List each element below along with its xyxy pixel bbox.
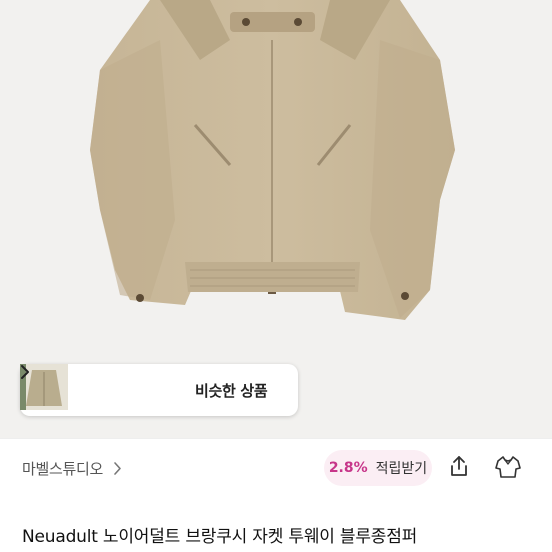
outfit-button[interactable]: [490, 452, 526, 486]
similar-thumbnails: [20, 364, 171, 413]
shop-name: 마벨스튜디오: [22, 459, 104, 478]
similar-products-label: 비슷한 상품: [195, 381, 268, 400]
similar-thumbnail: [20, 364, 121, 413]
shop-link[interactable]: 마벨스튜디오: [22, 442, 122, 494]
product-image[interactable]: 비슷한 상품: [0, 0, 552, 438]
shop-row: 마벨스튜디오 2.8% 적립받기: [0, 442, 552, 494]
share-button[interactable]: [442, 453, 476, 483]
similar-thumbnail: [20, 364, 170, 413]
share-icon: [448, 454, 470, 482]
points-label: 적립받기: [375, 461, 428, 477]
divider: [0, 438, 552, 439]
chevron-right-icon: [113, 461, 122, 476]
product-title: Neuadult 노이어덜트 브랑쿠시 자켓 투웨이 블루종점퍼: [22, 527, 418, 547]
outfit-icon: [494, 454, 522, 484]
similar-products-button[interactable]: 비슷한 상품: [20, 364, 298, 416]
points-rate: 2.8%: [328, 460, 368, 476]
points-chip[interactable]: 2.8% 적립받기: [324, 450, 432, 486]
